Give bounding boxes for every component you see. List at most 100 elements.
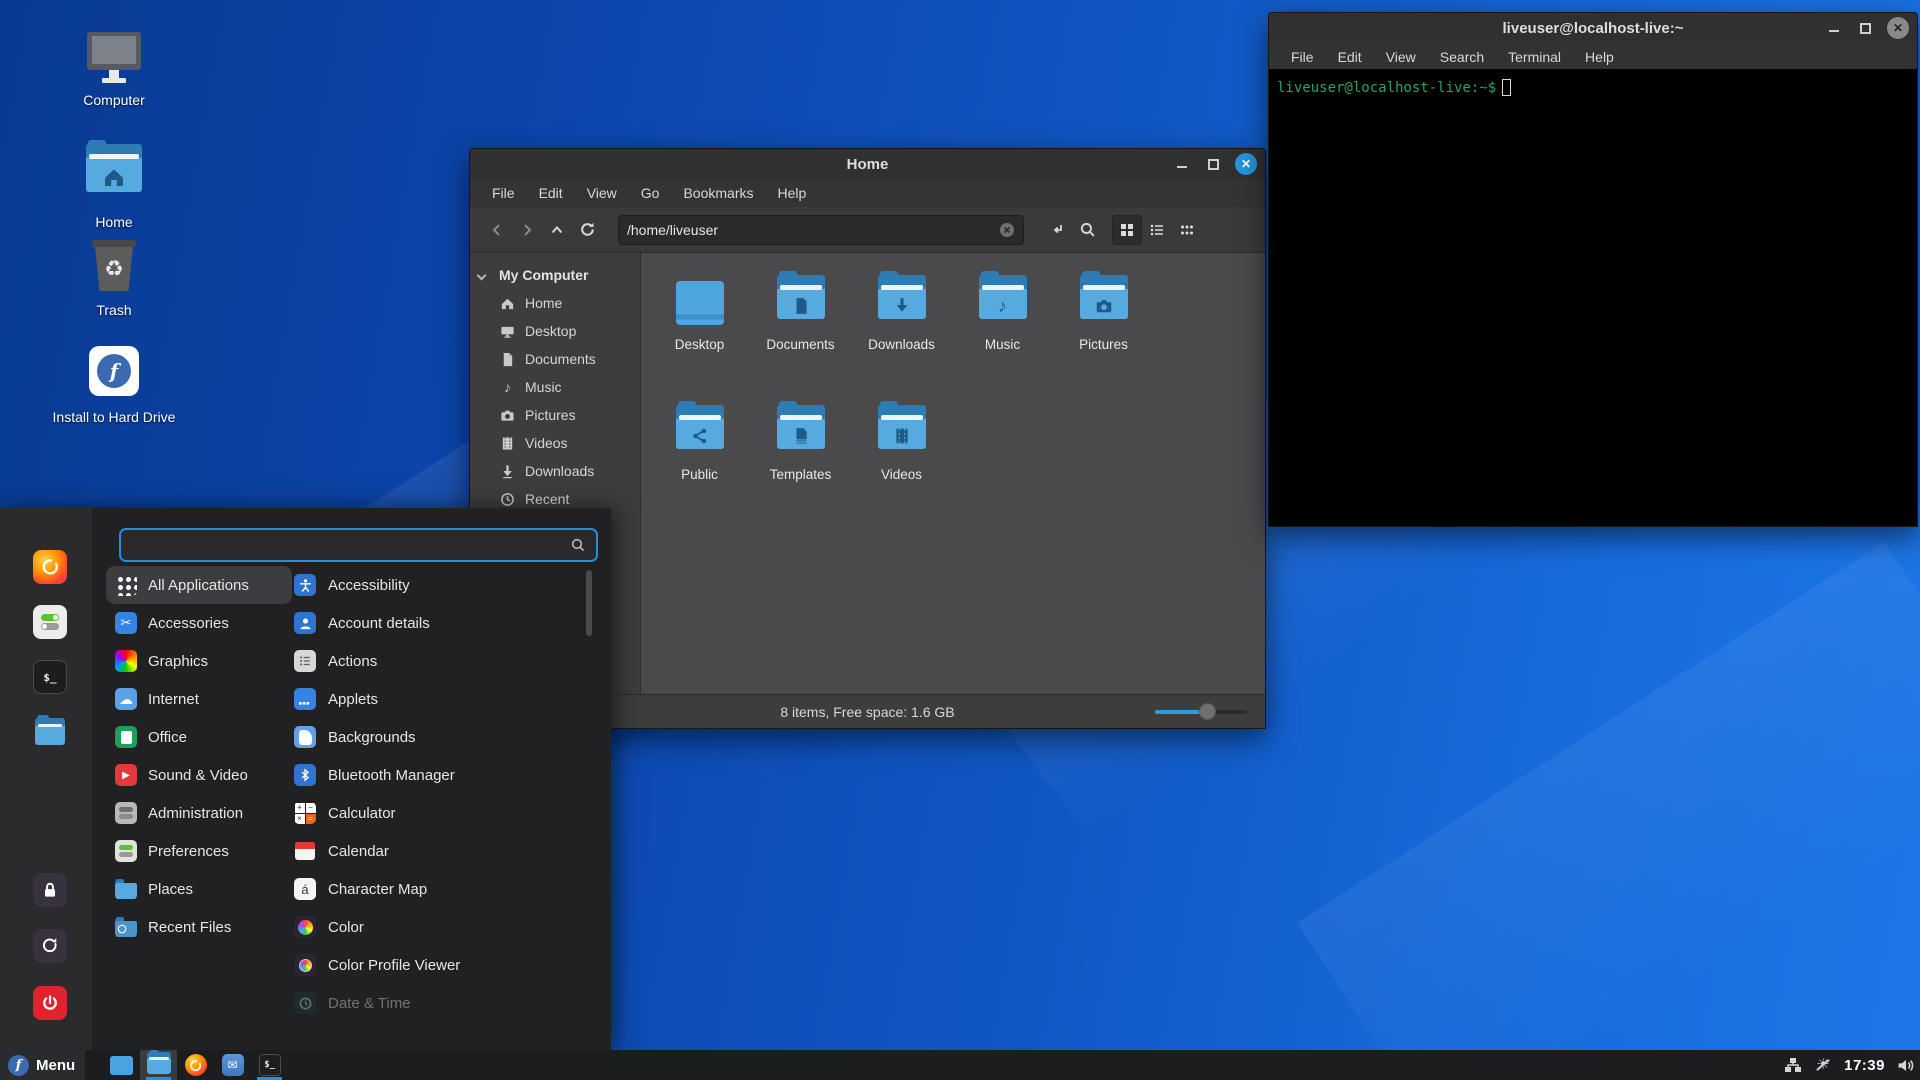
fm-menu-go[interactable]: Go — [631, 182, 670, 204]
volume-icon[interactable] — [1897, 1057, 1914, 1074]
fm-menu-edit[interactable]: Edit — [529, 182, 573, 204]
zoom-slider[interactable] — [1155, 695, 1255, 729]
taskbar-clock[interactable]: 17:39 — [1844, 1057, 1885, 1074]
path-bar[interactable] — [618, 215, 1024, 245]
desktop-icon-computer[interactable]: Computer — [49, 28, 179, 108]
category-sound-video[interactable]: ▶ Sound & Video — [106, 756, 292, 794]
search-button[interactable] — [1072, 215, 1102, 245]
fm-titlebar[interactable]: Home ✕ — [470, 149, 1265, 179]
category-internet[interactable]: ☁ Internet — [106, 680, 292, 718]
sidebar-item-desktop[interactable]: Desktop — [470, 317, 640, 345]
close-button[interactable]: ✕ — [1235, 153, 1257, 175]
terminal-titlebar[interactable]: liveuser@localhost-live:~ ✕ — [1269, 13, 1917, 43]
menu-search-box[interactable] — [119, 528, 598, 562]
app-applets[interactable]: Applets — [292, 680, 582, 718]
sidebar-item-home[interactable]: Home — [470, 289, 640, 317]
icon-view-button[interactable] — [1112, 215, 1142, 245]
jump-to-button[interactable] — [1042, 215, 1072, 245]
category-recent-files[interactable]: Recent Files — [106, 908, 292, 946]
fm-menu-help[interactable]: Help — [768, 182, 817, 204]
app-calculator[interactable]: +− ×= Calculator — [292, 794, 582, 832]
close-button[interactable]: ✕ — [1887, 17, 1909, 39]
task-file-manager[interactable] — [140, 1050, 177, 1080]
reload-button[interactable] — [572, 215, 602, 245]
maximize-button[interactable] — [1860, 23, 1871, 34]
desktop-icon-installer[interactable]: f Install to Hard Drive — [49, 345, 179, 425]
folder-pictures[interactable]: Pictures — [1053, 267, 1154, 397]
app-date-time[interactable]: Date & Time — [292, 984, 582, 1022]
show-desktop-button[interactable] — [103, 1050, 140, 1080]
category-preferences[interactable]: Preferences — [106, 832, 292, 870]
network-icon[interactable] — [1784, 1057, 1802, 1073]
logout-button[interactable] — [33, 929, 67, 963]
list-view-button[interactable] — [1142, 215, 1172, 245]
folder-public[interactable]: Public — [649, 397, 750, 527]
terminal-menu-file[interactable]: File — [1281, 46, 1324, 68]
task-terminal[interactable]: $_ — [251, 1050, 288, 1080]
compact-view-button[interactable] — [1172, 215, 1202, 245]
fm-menu-bookmarks[interactable]: Bookmarks — [673, 182, 763, 204]
terminal-launcher[interactable]: $_ — [33, 660, 67, 694]
terminal-menu-view[interactable]: View — [1376, 46, 1426, 68]
path-input[interactable] — [627, 222, 999, 238]
folder-videos[interactable]: Videos — [851, 397, 952, 527]
folder-downloads[interactable]: Downloads — [851, 267, 952, 397]
sidebar-item-documents[interactable]: Documents — [470, 345, 640, 373]
terminal-menu-search[interactable]: Search — [1430, 46, 1494, 68]
minimize-button[interactable] — [1177, 161, 1187, 168]
app-color-profile-viewer[interactable]: Color Profile Viewer — [292, 946, 582, 984]
app-bluetooth-manager[interactable]: Bluetooth Manager — [292, 756, 582, 794]
folder-icon-download — [878, 281, 926, 319]
category-graphics[interactable]: Graphics — [106, 642, 292, 680]
back-button[interactable] — [482, 215, 512, 245]
desktop-icon-trash[interactable]: ♻ Trash — [49, 238, 179, 318]
app-calendar[interactable]: Calendar — [292, 832, 582, 870]
category-accessories[interactable]: ✂ Accessories — [106, 604, 292, 642]
desktop-icon-home[interactable]: Home — [49, 138, 179, 230]
sidebar-group-my-computer[interactable]: My Computer — [470, 261, 640, 289]
file-manager-launcher[interactable] — [33, 716, 67, 750]
terminal-screen[interactable]: liveuser@localhost-live:~$ — [1269, 69, 1917, 526]
app-backgrounds[interactable]: Backgrounds — [292, 718, 582, 756]
up-button[interactable] — [542, 215, 572, 245]
maximize-button[interactable] — [1208, 159, 1219, 170]
taskbar-menu-button[interactable]: f Menu — [0, 1050, 85, 1080]
fm-file-view[interactable]: Desktop Documents Downloads — [641, 253, 1265, 694]
fm-menu-view[interactable]: View — [577, 182, 627, 204]
sidebar-item-music[interactable]: ♪ Music — [470, 373, 640, 401]
firefox-icon — [37, 554, 63, 580]
terminal-menu-edit[interactable]: Edit — [1328, 46, 1372, 68]
firefox-quicklaunch[interactable] — [177, 1050, 214, 1080]
category-places[interactable]: Places — [106, 870, 292, 908]
folder-documents[interactable]: Documents — [750, 267, 851, 397]
app-character-map[interactable]: á Character Map — [292, 870, 582, 908]
folder-templates[interactable]: Templates — [750, 397, 851, 527]
settings-launcher[interactable] — [33, 605, 67, 639]
app-color[interactable]: Color — [292, 908, 582, 946]
firefox-launcher[interactable] — [33, 550, 67, 584]
fm-menu-file[interactable]: File — [482, 182, 525, 204]
sidebar-item-pictures[interactable]: Pictures — [470, 401, 640, 429]
app-actions[interactable]: Actions — [292, 642, 582, 680]
power-button[interactable] — [33, 986, 67, 1020]
category-administration[interactable]: Administration — [106, 794, 292, 832]
folder-music[interactable]: ♪ Music — [952, 267, 1053, 397]
category-office[interactable]: Office — [106, 718, 292, 756]
sidebar-item-videos[interactable]: Videos — [470, 429, 640, 457]
terminal-menu-help[interactable]: Help — [1575, 46, 1624, 68]
menu-search-input[interactable] — [131, 537, 570, 553]
menu-scrollbar[interactable] — [586, 570, 592, 636]
clear-path-icon[interactable] — [999, 222, 1015, 238]
night-light-icon[interactable]: ☀ — [1814, 1056, 1832, 1074]
lock-screen-button[interactable] — [33, 873, 67, 907]
category-all-applications[interactable]: All Applications — [106, 566, 292, 604]
mail-quicklaunch[interactable]: ✉ — [214, 1050, 251, 1080]
forward-button[interactable] — [512, 215, 542, 245]
app-accessibility[interactable]: Accessibility — [292, 566, 582, 604]
app-account-details[interactable]: Account details — [292, 604, 582, 642]
zoom-slider-knob[interactable] — [1199, 703, 1216, 720]
folder-desktop[interactable]: Desktop — [649, 267, 750, 397]
terminal-menu-terminal[interactable]: Terminal — [1498, 46, 1571, 68]
minimize-button[interactable] — [1829, 25, 1839, 32]
sidebar-item-downloads[interactable]: Downloads — [470, 457, 640, 485]
